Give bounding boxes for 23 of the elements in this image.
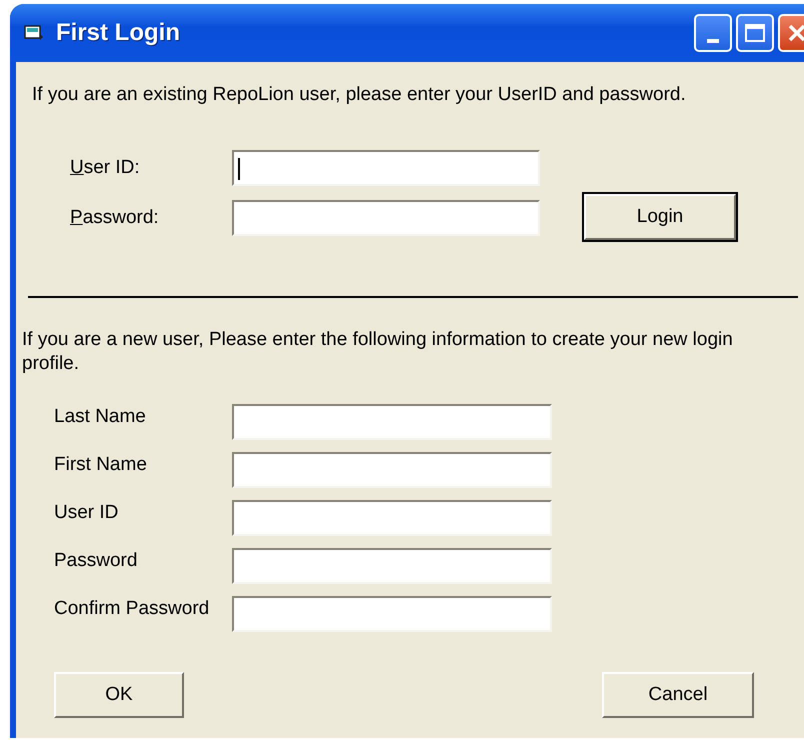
- field-label: User ID: [53, 502, 120, 524]
- input-field[interactable]: [232, 200, 540, 236]
- maximize-button[interactable]: [736, 14, 774, 52]
- window-title: First Login: [56, 19, 180, 47]
- input-field[interactable]: [232, 404, 552, 440]
- input-field[interactable]: [232, 596, 552, 632]
- minimize-button[interactable]: [694, 14, 732, 52]
- dialog-button[interactable]: OK: [54, 672, 184, 718]
- login-button[interactable]: Login: [584, 194, 736, 240]
- input-field[interactable]: [232, 452, 552, 488]
- field-label: Password:: [69, 207, 160, 229]
- dialog-button[interactable]: Cancel: [602, 672, 754, 718]
- field-label: Password: [53, 550, 138, 572]
- field-label: User ID:: [69, 157, 141, 179]
- field-label: Last Name: [53, 406, 147, 428]
- input-field[interactable]: [232, 500, 552, 536]
- instructions-text: If you are a new user, Please enter the following information to create your new login profile.: [22, 328, 734, 376]
- window-icon: [24, 24, 44, 42]
- field-label: First Name: [53, 454, 148, 476]
- instructions-text: If you are an existing RepoLion user, please enter your UserID and password.: [32, 84, 687, 106]
- field-label: Confirm Password: [53, 598, 210, 620]
- input-field[interactable]: [232, 150, 540, 186]
- input-field[interactable]: [232, 548, 552, 584]
